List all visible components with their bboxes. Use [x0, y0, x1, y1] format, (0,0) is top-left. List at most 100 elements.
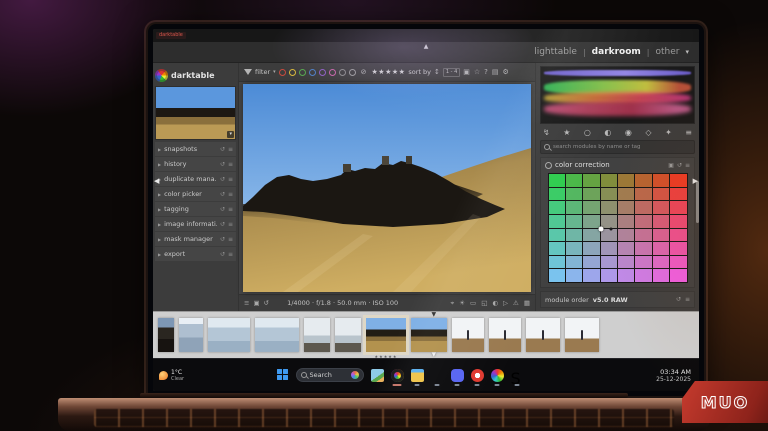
grid-cell-4-2[interactable] — [618, 201, 634, 214]
presets-icon[interactable]: ≡ — [228, 146, 233, 153]
waveform-scope[interactable] — [540, 66, 695, 124]
grid-cell-3-5[interactable] — [601, 242, 617, 255]
filmstrip-thumb-4[interactable] — [304, 318, 330, 352]
grid-cell-5-1[interactable] — [635, 188, 651, 201]
grid-cell-3-3[interactable] — [601, 215, 617, 228]
bottom-left-icon-0[interactable]: ≡ — [244, 299, 249, 307]
grid-cell-2-5[interactable] — [583, 242, 599, 255]
presets-icon[interactable]: ≡ — [228, 191, 233, 198]
grid-cell-1-1[interactable] — [566, 188, 582, 201]
filmstrip-thumb-10[interactable] — [526, 318, 560, 352]
module-group-icon-3[interactable]: ◐ — [604, 128, 611, 137]
reset-icon[interactable]: ↺ — [220, 206, 225, 213]
grid-cell-4-0[interactable] — [618, 174, 634, 187]
module-order-icon-0[interactable]: ↺ — [676, 296, 681, 303]
rating-stars[interactable]: ★★★★★ — [372, 68, 406, 76]
reject-icon[interactable]: ⊘ — [361, 68, 367, 76]
color-label-0[interactable] — [279, 69, 286, 76]
grid-cell-0-1[interactable] — [549, 188, 565, 201]
grid-cell-2-1[interactable] — [583, 188, 599, 201]
module-order-value[interactable]: v5.0 RAW — [593, 296, 628, 304]
bottom-left-icon-2[interactable]: ↺ — [264, 299, 269, 307]
grid-cell-7-2[interactable] — [670, 201, 686, 214]
bottom-right-icon-7[interactable]: ▦ — [524, 299, 530, 308]
taskbar-app-app-s[interactable]: S — [511, 369, 524, 382]
filmstrip-thumb-11[interactable] — [565, 318, 599, 352]
view-tab-other[interactable]: other — [656, 47, 680, 57]
color-label-1[interactable] — [289, 69, 296, 76]
grid-cell-7-3[interactable] — [670, 215, 686, 228]
grid-cell-5-3[interactable] — [635, 215, 651, 228]
grid-cell-1-3[interactable] — [566, 215, 582, 228]
grid-cell-7-4[interactable] — [670, 229, 686, 242]
color-label-5[interactable] — [329, 69, 336, 76]
grid-cell-1-4[interactable] — [566, 229, 582, 242]
grid-cell-3-1[interactable] — [601, 188, 617, 201]
grid-cell-3-6[interactable] — [601, 256, 617, 269]
grid-cell-0-4[interactable] — [549, 229, 565, 242]
grid-cell-5-7[interactable] — [635, 269, 651, 282]
bottom-right-icon-2[interactable]: ▭ — [470, 299, 476, 308]
module-group-icon-5[interactable]: ◇ — [645, 128, 651, 137]
taskbar-app-colorwheel[interactable] — [491, 369, 504, 382]
filmstrip-thumb-7[interactable] — [411, 318, 447, 352]
grid-cell-7-1[interactable] — [670, 188, 686, 201]
taskbar-search[interactable]: Search — [296, 368, 364, 382]
grid-cell-2-2[interactable] — [583, 201, 599, 214]
grid-cell-4-4[interactable] — [618, 229, 634, 242]
taskbar-app-discord[interactable] — [451, 369, 464, 382]
presets-icon[interactable]: ≡ — [228, 161, 233, 168]
left-module-duplicate-mana-[interactable]: ▶duplicate mana...↺≡ — [155, 172, 236, 186]
color-label-6[interactable] — [339, 69, 346, 76]
zoom-range-label[interactable]: 1 - 4 — [443, 68, 460, 77]
right-panel-scrollbar[interactable] — [696, 181, 699, 223]
bottom-right-icon-0[interactable]: ⌖ — [451, 299, 455, 308]
grid-cell-4-6[interactable] — [618, 256, 634, 269]
left-module-snapshots[interactable]: ▶snapshots↺≡ — [155, 142, 236, 156]
presets-icon[interactable]: ≡ — [228, 221, 233, 228]
views-chevron-icon[interactable]: ▾ — [685, 48, 689, 56]
grid-cell-6-0[interactable] — [653, 174, 669, 187]
left-module-history[interactable]: ▶history↺≡ — [155, 157, 236, 171]
grid-cell-4-5[interactable] — [618, 242, 634, 255]
reset-icon[interactable]: ↺ — [220, 146, 225, 153]
left-panel-collapse-icon[interactable]: ◀ — [154, 177, 159, 185]
grid-marker-black[interactable] — [609, 228, 612, 231]
bottom-right-icon-1[interactable]: ☀ — [459, 299, 465, 308]
module-header-icon-2[interactable]: ≡ — [685, 162, 690, 169]
color-label-3[interactable] — [309, 69, 316, 76]
toolbar-misc-icon-0[interactable]: ▣ — [463, 68, 470, 76]
color-correction-grid[interactable] — [548, 173, 688, 283]
module-order-label[interactable]: module order — [545, 296, 589, 304]
filmstrip-thumb-1[interactable] — [179, 318, 203, 352]
module-group-icon-6[interactable]: ✦ — [665, 128, 672, 137]
filter-funnel-icon[interactable] — [244, 69, 252, 75]
grid-cell-6-4[interactable] — [653, 229, 669, 242]
bottom-right-icon-3[interactable]: ◱ — [481, 299, 487, 308]
presets-icon[interactable]: ≡ — [228, 236, 233, 243]
grid-cell-5-2[interactable] — [635, 201, 651, 214]
grid-cell-7-5[interactable] — [670, 242, 686, 255]
main-photo[interactable] — [243, 84, 531, 292]
bottom-right-icon-6[interactable]: ⚠ — [513, 299, 519, 308]
bottom-left-icon-1[interactable]: ▣ — [253, 299, 259, 307]
view-tab-lighttable[interactable]: lighttable — [534, 47, 577, 57]
grid-marker-white[interactable] — [598, 227, 603, 232]
toolbar-misc-icon-4[interactable]: ⚙ — [503, 68, 509, 76]
toolbar-misc-icon-3[interactable]: ▤ — [492, 68, 499, 76]
grid-cell-4-1[interactable] — [618, 188, 634, 201]
left-module-export[interactable]: ▶export↺≡ — [155, 247, 236, 261]
grid-cell-0-7[interactable] — [549, 269, 565, 282]
module-search-input[interactable]: search modules by name or tag — [540, 140, 695, 154]
grid-cell-1-5[interactable] — [566, 242, 582, 255]
grid-cell-6-1[interactable] — [653, 188, 669, 201]
grid-cell-0-3[interactable] — [549, 215, 565, 228]
grid-cell-1-7[interactable] — [566, 269, 582, 282]
sort-direction-icon[interactable]: ↕ — [434, 68, 440, 76]
filmstrip-thumb-5[interactable] — [335, 318, 361, 352]
filmstrip-thumb-9[interactable] — [489, 318, 521, 352]
grid-cell-0-2[interactable] — [549, 201, 565, 214]
color-label-clear[interactable] — [349, 69, 356, 76]
grid-cell-6-5[interactable] — [653, 242, 669, 255]
grid-cell-0-6[interactable] — [549, 256, 565, 269]
